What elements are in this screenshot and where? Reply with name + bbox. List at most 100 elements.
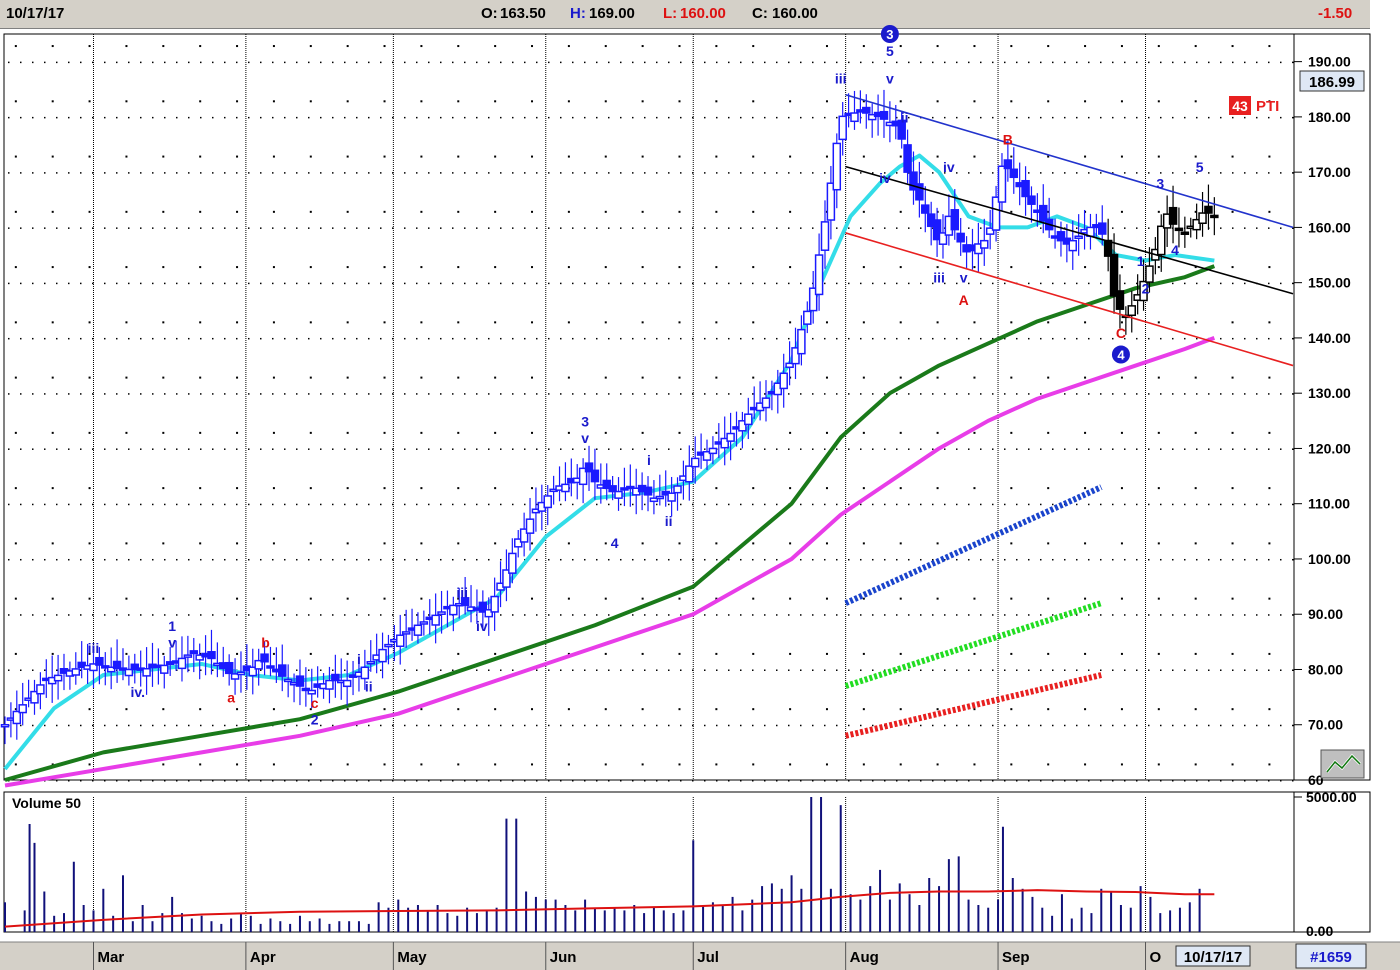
- price-grid-dot: [1208, 780, 1210, 782]
- candle-body: [685, 465, 694, 483]
- price-grid-dot: [884, 61, 886, 64]
- chart-tool-icon[interactable]: [1320, 749, 1365, 779]
- price-grid-dot: [1196, 780, 1198, 782]
- candle-body: [1039, 204, 1048, 222]
- price-grid-dot: [8, 558, 10, 561]
- price-grid-dot: [500, 61, 502, 64]
- price-volume-chart[interactable]: iii1viv. abc2iiiiiiiv3v4iiiiii5viiiviviii…: [0, 0, 1400, 970]
- price-grid-dot: [824, 558, 826, 561]
- price-grid-dot: [224, 448, 226, 450]
- price-grid-dot: [812, 614, 814, 616]
- price-grid-dot: [344, 282, 346, 285]
- price-grid-dot: [1232, 227, 1234, 229]
- price-grid-dot: [1040, 172, 1042, 174]
- grid-dot: [862, 376, 865, 379]
- price-grid-dot: [416, 227, 418, 229]
- price-grid-dot: [476, 337, 478, 340]
- price-tick-label: 160.00: [1308, 219, 1351, 235]
- grid-dot: [1157, 487, 1160, 490]
- price-grid-dot: [572, 282, 574, 285]
- price-grid-dot: [764, 780, 766, 782]
- price-grid-dot: [332, 724, 334, 727]
- price-grid-dot: [980, 448, 982, 450]
- price-grid-dot: [872, 393, 874, 395]
- price-grid-dot: [404, 669, 406, 671]
- price-grid-dot: [584, 61, 586, 64]
- price-grid-dot: [632, 172, 634, 174]
- price-grid-dot: [1256, 172, 1258, 174]
- price-grid-dot: [1292, 614, 1294, 616]
- price-grid-dot: [848, 282, 850, 285]
- price-grid-dot: [548, 337, 550, 340]
- price-grid-dot: [896, 393, 898, 395]
- grid-dot: [567, 597, 570, 600]
- grid-dot: [567, 763, 570, 766]
- price-grid-dot: [44, 393, 46, 395]
- price-grid-dot: [908, 393, 910, 395]
- grid-dot: [199, 763, 202, 766]
- grid-dot: [14, 45, 17, 48]
- price-grid-dot: [452, 558, 454, 561]
- price-grid-dot: [1184, 337, 1186, 340]
- price-grid-dot: [272, 116, 274, 119]
- grid-dot: [567, 210, 570, 213]
- price-grid-dot: [1100, 558, 1102, 561]
- price-grid-dot: [44, 227, 46, 229]
- price-grid-dot: [176, 61, 178, 64]
- price-grid-dot: [68, 172, 70, 174]
- price-grid-dot: [8, 116, 10, 119]
- grid-dot: [531, 210, 534, 213]
- price-grid-dot: [1052, 503, 1054, 506]
- price-grid-dot: [1016, 61, 1018, 64]
- price-grid-dot: [908, 61, 910, 64]
- price-grid-dot: [416, 172, 418, 174]
- grid-dot: [752, 431, 755, 434]
- price-grid-dot: [44, 724, 46, 727]
- price-grid-dot: [1076, 172, 1078, 174]
- grid-dot: [346, 487, 349, 490]
- grid-dot: [1010, 431, 1013, 434]
- grid-dot: [1120, 100, 1123, 103]
- price-grid-dot: [1112, 724, 1114, 727]
- price-grid-dot: [788, 669, 790, 671]
- price-grid-dot: [920, 61, 922, 64]
- price-grid-dot: [932, 724, 934, 727]
- grid-dot: [604, 45, 607, 48]
- grid-dot: [199, 100, 202, 103]
- price-grid-dot: [236, 337, 238, 340]
- price-grid-dot: [584, 669, 586, 671]
- price-grid-dot: [1016, 724, 1018, 727]
- grid-dot: [1047, 763, 1050, 766]
- price-grid-dot: [1256, 227, 1258, 229]
- price-grid-dot: [200, 337, 202, 340]
- grid-dot: [199, 487, 202, 490]
- price-grid-dot: [824, 282, 826, 285]
- price-grid-dot: [308, 669, 310, 671]
- price-grid-dot: [212, 227, 214, 229]
- grid-dot: [420, 155, 423, 158]
- grid-dot: [1268, 376, 1271, 379]
- grid-dot: [789, 45, 792, 48]
- price-grid-dot: [200, 780, 202, 782]
- price-grid-dot: [104, 282, 106, 285]
- grid-dot: [14, 487, 17, 490]
- price-grid-dot: [452, 448, 454, 450]
- price-grid-dot: [428, 227, 430, 229]
- price-grid-dot: [188, 61, 190, 64]
- grid-dot: [899, 431, 902, 434]
- price-grid-dot: [1028, 669, 1030, 671]
- price-grid-dot: [836, 337, 838, 340]
- price-grid-dot: [68, 282, 70, 285]
- grid-dot: [936, 155, 939, 158]
- price-grid-dot: [512, 337, 514, 340]
- wave-label: iv: [476, 618, 488, 634]
- price-grid-dot: [332, 558, 334, 561]
- price-grid-dot: [308, 503, 310, 506]
- price-grid-dot: [332, 448, 334, 450]
- symbol-box[interactable]: #1659: [1295, 943, 1367, 969]
- price-grid-dot: [536, 780, 538, 782]
- price-grid-dot: [308, 116, 310, 119]
- price-grid-dot: [668, 172, 670, 174]
- grid-dot: [899, 210, 902, 213]
- price-grid-dot: [1088, 393, 1090, 395]
